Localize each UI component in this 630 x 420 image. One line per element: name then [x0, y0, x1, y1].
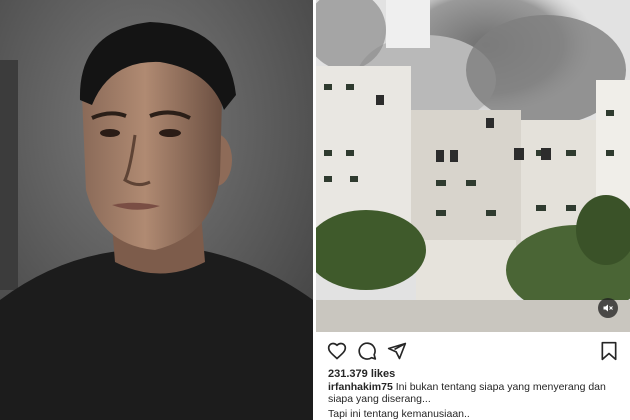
- heart-icon: [327, 342, 347, 360]
- save-button[interactable]: [598, 340, 620, 362]
- send-icon: [387, 342, 407, 360]
- comment-icon: [358, 342, 377, 360]
- muted-speaker-icon: [603, 304, 613, 312]
- video-frame-buildings: [316, 0, 630, 332]
- share-button[interactable]: [386, 340, 408, 362]
- mute-button[interactable]: [598, 298, 618, 318]
- likes-count[interactable]: 231.379 likes: [328, 368, 395, 380]
- instagram-post: 231.379 likes irfanhakim75 Ini bukan ten…: [316, 0, 630, 420]
- username-link[interactable]: irfanhakim75: [328, 381, 393, 393]
- bookmark-icon: [601, 341, 617, 361]
- post-action-bar: [316, 336, 630, 364]
- portrait-illustration: [0, 0, 313, 420]
- comment-button[interactable]: [356, 340, 378, 362]
- post-video[interactable]: [316, 0, 630, 332]
- like-button[interactable]: [326, 340, 348, 362]
- post-caption: irfanhakim75 Ini bukan tentang siapa yan…: [328, 381, 624, 420]
- portrait-photo: [0, 0, 313, 420]
- caption-text-line2: Tapi ini tentang kemanusiaan..: [328, 408, 470, 420]
